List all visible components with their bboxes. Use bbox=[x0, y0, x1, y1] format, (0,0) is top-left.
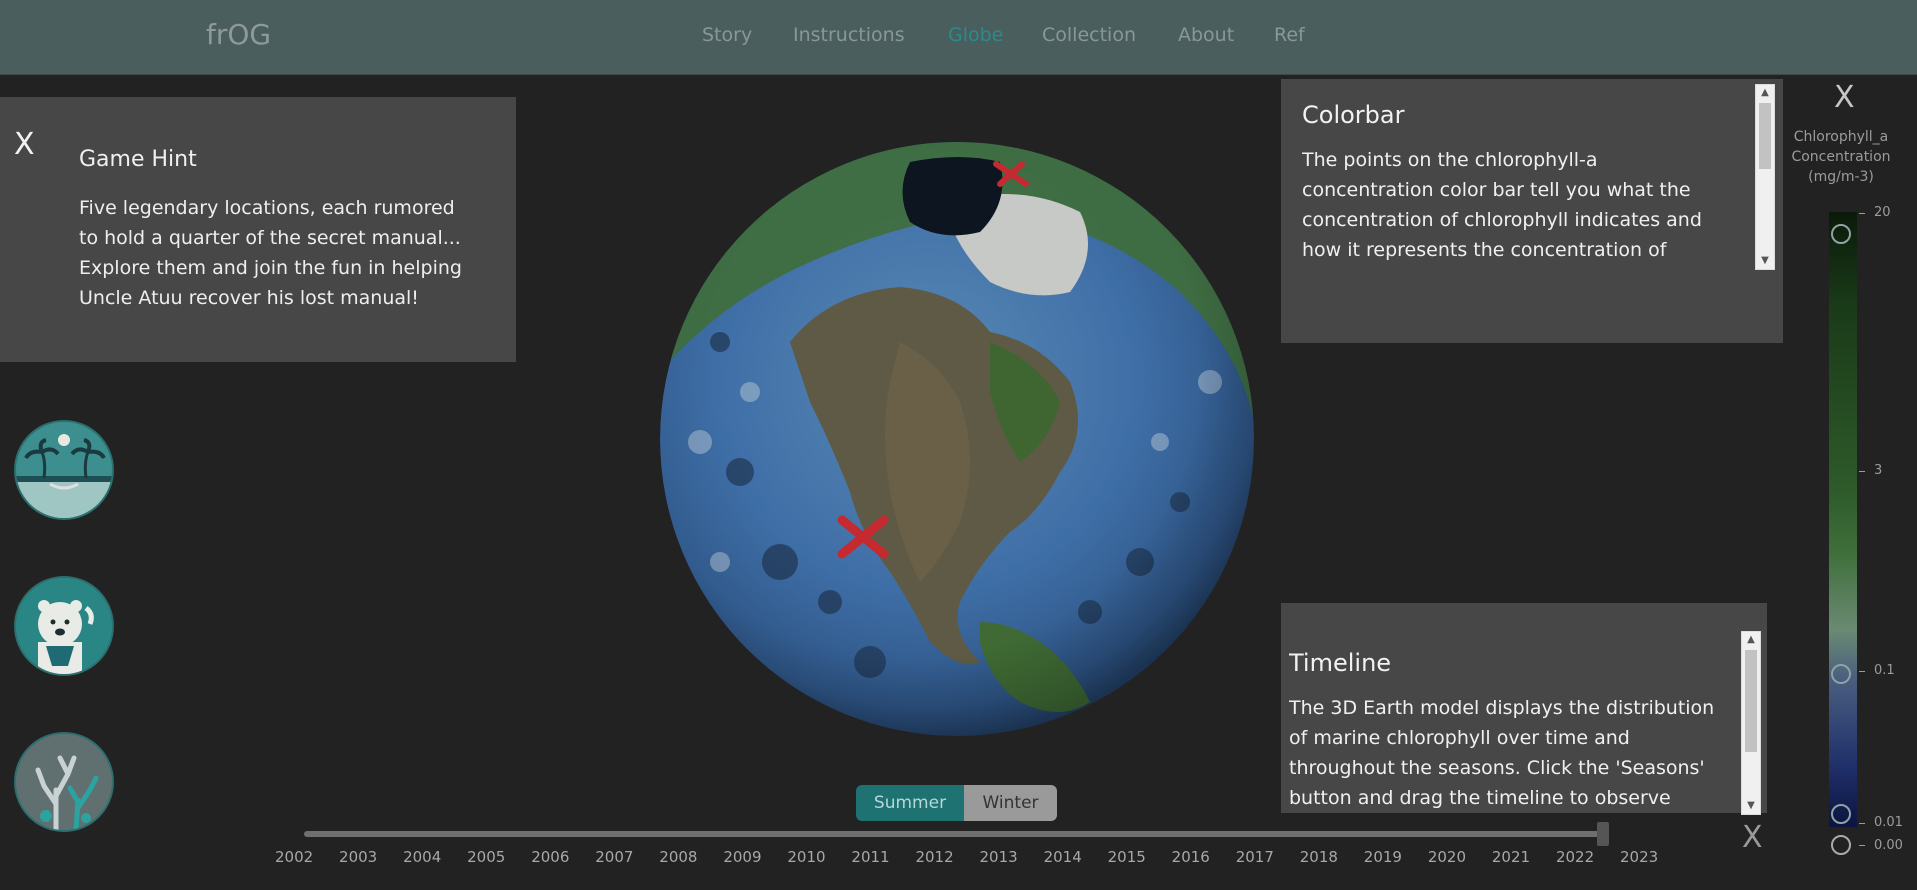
colorbar-info-panel: Colorbar The points on the chlorophyll-a… bbox=[1281, 79, 1783, 343]
season-toggle: Summer Winter bbox=[856, 785, 1057, 821]
colorbar-handle-low[interactable] bbox=[1831, 804, 1851, 824]
timeline-year-label[interactable]: 2007 bbox=[595, 848, 633, 866]
nav-instructions[interactable]: Instructions bbox=[793, 24, 905, 46]
scroll-down-icon[interactable]: ▼ bbox=[1742, 798, 1760, 814]
timeline-year-label[interactable]: 2011 bbox=[851, 848, 889, 866]
colorbar-close-button[interactable]: X bbox=[1834, 80, 1855, 115]
timeline-year-label[interactable]: 2002 bbox=[275, 848, 313, 866]
coral-reef-icon bbox=[16, 734, 112, 830]
colorbar-tick-mark bbox=[1859, 823, 1865, 824]
timeline-year-label[interactable]: 2015 bbox=[1108, 848, 1146, 866]
nav-ref[interactable]: Ref bbox=[1274, 24, 1305, 46]
colorbar-tick-mark bbox=[1859, 845, 1865, 846]
timeline-year-label[interactable]: 2008 bbox=[659, 848, 697, 866]
colorbar-info-scrollbar[interactable]: ▲ ▼ bbox=[1755, 84, 1775, 270]
game-hint-panel: X Game Hint Five legendary locations, ea… bbox=[0, 97, 516, 362]
nav-story[interactable]: Story bbox=[702, 24, 752, 46]
earth-globe[interactable] bbox=[660, 142, 1254, 736]
timeline-year-label[interactable]: 2018 bbox=[1300, 848, 1338, 866]
timeline-year-label[interactable]: 2014 bbox=[1044, 848, 1082, 866]
colorbar-label-line3: (mg/m-3) bbox=[1808, 169, 1874, 185]
timeline-year-label[interactable]: 2019 bbox=[1364, 848, 1402, 866]
timeline-info-panel: Timeline The 3D Earth model displays the… bbox=[1281, 603, 1767, 815]
scrollbar-thumb[interactable] bbox=[1745, 650, 1757, 752]
colorbar-label-line2: Concentration bbox=[1791, 149, 1891, 165]
timeline-year-label[interactable]: 2006 bbox=[531, 848, 569, 866]
scroll-down-icon[interactable]: ▼ bbox=[1756, 253, 1774, 269]
timeline-close-button[interactable]: X bbox=[1742, 820, 1763, 855]
timeline-year-label[interactable]: 2005 bbox=[467, 848, 505, 866]
beach-location-button[interactable] bbox=[16, 422, 112, 518]
nav-about[interactable]: About bbox=[1178, 24, 1234, 46]
colorbar-label-line1: Chlorophyll_a bbox=[1793, 129, 1889, 145]
timeline-slider-handle[interactable] bbox=[1597, 822, 1609, 846]
nav-collection[interactable]: Collection bbox=[1042, 24, 1136, 46]
timeline-info-title: Timeline bbox=[1289, 649, 1392, 677]
winter-button[interactable]: Winter bbox=[964, 785, 1057, 821]
colorbar-handle-top[interactable] bbox=[1831, 224, 1851, 244]
timeline-year-label[interactable]: 2004 bbox=[403, 848, 441, 866]
scrollbar-thumb[interactable] bbox=[1759, 103, 1771, 169]
timeline-year-label[interactable]: 2003 bbox=[339, 848, 377, 866]
main-nav: Story Instructions Globe Collection Abou… bbox=[0, 24, 1917, 54]
colorbar-handle-min[interactable] bbox=[1831, 835, 1851, 855]
timeline-track[interactable] bbox=[304, 831, 1602, 837]
colorbar-tick-mark bbox=[1859, 213, 1865, 214]
coral-location-button[interactable] bbox=[16, 734, 112, 830]
colorbar-label: Chlorophyll_a Concentration (mg/m-3) bbox=[1778, 127, 1904, 187]
timeline-year-label[interactable]: 2013 bbox=[980, 848, 1018, 866]
hint-title: Game Hint bbox=[79, 147, 197, 172]
timeline-year-label[interactable]: 2021 bbox=[1492, 848, 1530, 866]
timeline-info-text: The 3D Earth model displays the distribu… bbox=[1289, 697, 1715, 809]
colorbar-tick-3: 3 bbox=[1874, 463, 1883, 478]
timeline-year-label[interactable]: 2012 bbox=[915, 848, 953, 866]
polar-bear-icon bbox=[16, 578, 112, 674]
timeline-year-label[interactable]: 2022 bbox=[1556, 848, 1594, 866]
chlorophyll-colorbar[interactable] bbox=[1829, 212, 1857, 827]
earth-map-graphic bbox=[660, 142, 1254, 736]
polar-bear-location-button[interactable] bbox=[16, 578, 112, 674]
timeline-year-label[interactable]: 2020 bbox=[1428, 848, 1466, 866]
colorbar-tick-0-1: 0.1 bbox=[1874, 663, 1895, 678]
palm-beach-icon bbox=[16, 422, 112, 518]
colorbar-info-title: Colorbar bbox=[1302, 101, 1405, 129]
hint-text: Five legendary locations, each rumored t… bbox=[79, 197, 462, 309]
timeline-year-label[interactable]: 2017 bbox=[1236, 848, 1274, 866]
timeline-year-label[interactable]: 2023 bbox=[1620, 848, 1658, 866]
nav-globe[interactable]: Globe bbox=[948, 24, 1003, 46]
colorbar-tick-mark bbox=[1859, 671, 1865, 672]
colorbar-info-text: The points on the chlorophyll-a concentr… bbox=[1302, 149, 1702, 261]
summer-button[interactable]: Summer bbox=[856, 785, 964, 821]
colorbar-tick-0-01: 0.01 bbox=[1874, 815, 1903, 830]
timeline-info-content[interactable]: Timeline The 3D Earth model displays the… bbox=[1289, 649, 1729, 813]
colorbar-info-content[interactable]: Colorbar The points on the chlorophyll-a… bbox=[1302, 101, 1732, 291]
colorbar-tick-0-00: 0.00 bbox=[1874, 838, 1903, 853]
timeline-year-label[interactable]: 2009 bbox=[723, 848, 761, 866]
top-navigation-bar: frOG Story Instructions Globe Collection… bbox=[0, 0, 1917, 75]
colorbar-tick-20: 20 bbox=[1874, 205, 1891, 220]
hint-close-button[interactable]: X bbox=[14, 127, 35, 162]
timeline-info-scrollbar[interactable]: ▲ ▼ bbox=[1741, 631, 1761, 815]
timeline-year-label[interactable]: 2010 bbox=[787, 848, 825, 866]
scroll-up-icon[interactable]: ▲ bbox=[1756, 85, 1774, 101]
colorbar-handle-mid[interactable] bbox=[1831, 664, 1851, 684]
scroll-up-icon[interactable]: ▲ bbox=[1742, 632, 1760, 648]
timeline-year-label[interactable]: 2016 bbox=[1172, 848, 1210, 866]
colorbar-tick-mark bbox=[1859, 471, 1865, 472]
